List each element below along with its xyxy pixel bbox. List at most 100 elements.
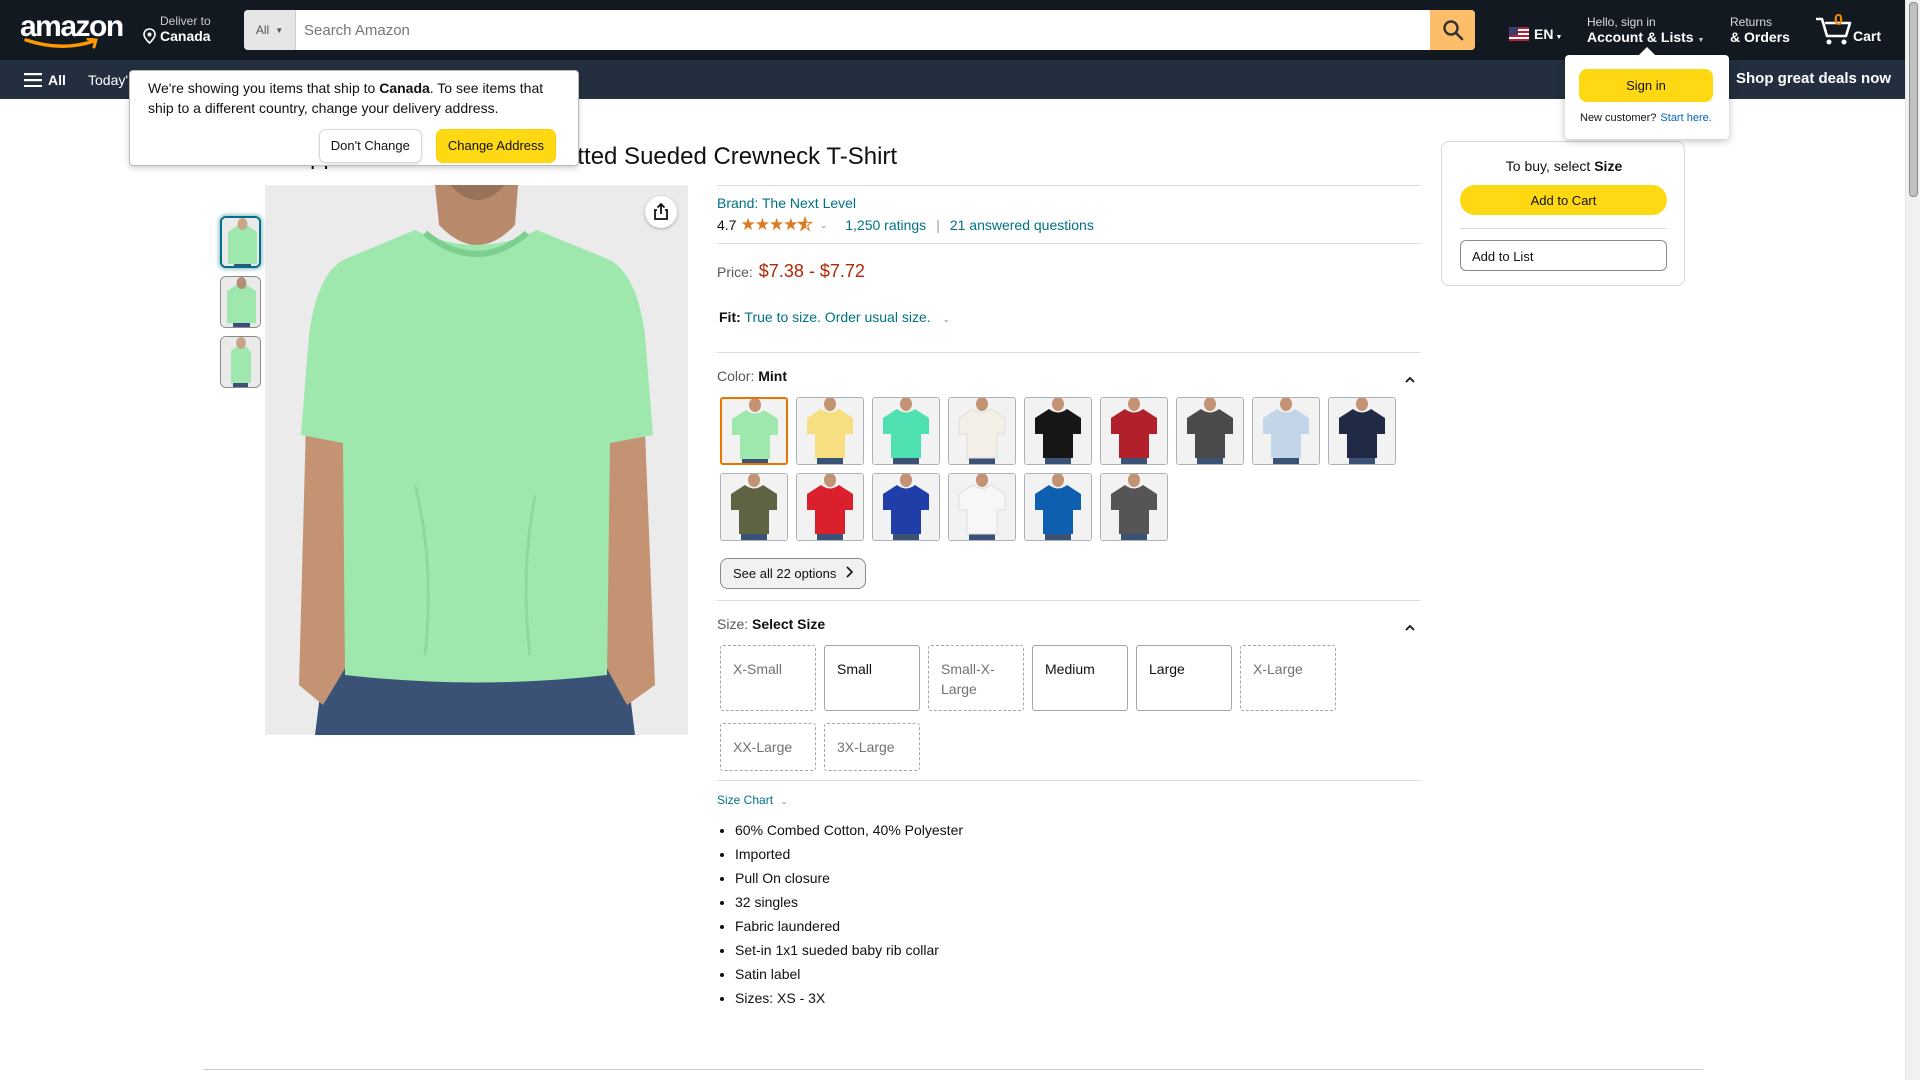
feature-bullets: 60% Combed Cotton, 40% PolyesterImported… bbox=[735, 818, 963, 1010]
size-chart-link[interactable]: Size Chart ⌄ bbox=[717, 793, 788, 807]
product-main-image[interactable] bbox=[265, 185, 688, 735]
size-option[interactable]: X-Small bbox=[720, 645, 816, 711]
cart-button[interactable]: 0 Cart bbox=[1814, 10, 1884, 50]
color-label: Color: bbox=[717, 368, 755, 384]
color-swatch[interactable] bbox=[872, 397, 940, 465]
deliver-country: Canada bbox=[160, 28, 211, 44]
color-section-header[interactable]: Color: Mint bbox=[717, 368, 1421, 384]
color-swatch[interactable] bbox=[720, 397, 788, 465]
size-option[interactable]: 3X-Large bbox=[824, 723, 920, 771]
color-swatch[interactable] bbox=[1024, 397, 1092, 465]
caret-down-icon: ▼ bbox=[1555, 33, 1563, 41]
size-option[interactable]: Small-X-Large bbox=[928, 645, 1024, 711]
search-input[interactable] bbox=[296, 10, 1430, 50]
color-swatch[interactable] bbox=[1328, 397, 1396, 465]
brand-link[interactable]: Brand: The Next Level bbox=[717, 195, 856, 211]
tshirt-swatch-icon bbox=[873, 398, 939, 464]
caret-down-icon: ▼ bbox=[1697, 37, 1705, 44]
color-swatch[interactable] bbox=[948, 473, 1016, 541]
caret-down-icon: ▼ bbox=[275, 25, 284, 35]
buy-prompt: To buy, select Size bbox=[1442, 158, 1686, 174]
color-swatch[interactable] bbox=[1252, 397, 1320, 465]
color-swatch[interactable] bbox=[1176, 397, 1244, 465]
size-chart-label: Size Chart bbox=[717, 793, 774, 807]
dont-change-button[interactable]: Don't Change bbox=[318, 129, 422, 163]
start-here-link[interactable]: Start here. bbox=[1660, 112, 1711, 124]
tshirt-swatch-icon bbox=[1177, 398, 1243, 464]
rating-row: 4.7 ★★★★★ ⌄ 1,250 ratings | 21 answered … bbox=[717, 215, 1094, 235]
divider bbox=[717, 243, 1421, 244]
tshirt-swatch-icon bbox=[722, 399, 786, 463]
footer-divider bbox=[203, 1069, 1703, 1070]
deliver-country-row: Canada bbox=[142, 28, 211, 44]
feature-bullet: 60% Combed Cotton, 40% Polyester bbox=[735, 818, 963, 842]
thumbnail-3[interactable] bbox=[220, 336, 261, 388]
thumbnail-1[interactable] bbox=[220, 216, 261, 268]
add-to-cart-button[interactable]: Add to Cart bbox=[1460, 185, 1667, 215]
tshirt-swatch-icon bbox=[797, 398, 863, 464]
tshirt-swatch-icon bbox=[949, 474, 1015, 540]
price-value: $7.38 - $7.72 bbox=[758, 261, 865, 281]
todays-deals-link[interactable]: Today's Deals bbox=[88, 72, 128, 88]
add-to-list-button[interactable]: Add to List bbox=[1460, 240, 1667, 271]
search-bar: All ▼ bbox=[244, 10, 1475, 50]
chevron-down-icon[interactable]: ⌄ bbox=[820, 220, 828, 231]
answered-questions-link[interactable]: 21 answered questions bbox=[950, 217, 1094, 233]
share-icon bbox=[654, 203, 668, 220]
amazon-logo[interactable]: amazon bbox=[20, 12, 124, 49]
all-menu-button[interactable]: All bbox=[24, 72, 66, 88]
see-all-options-button[interactable]: See all 22 options bbox=[720, 558, 867, 589]
returns-orders[interactable]: Returns & Orders bbox=[1730, 15, 1790, 45]
thumbnail-2[interactable] bbox=[220, 276, 261, 328]
sign-in-button[interactable]: Sign in bbox=[1579, 69, 1713, 102]
size-option[interactable]: Small bbox=[824, 645, 920, 711]
tshirt-swatch-icon bbox=[1101, 474, 1167, 540]
account-label: Account & Lists bbox=[1587, 29, 1694, 45]
search-category-label: All bbox=[255, 23, 270, 37]
ratings-count-link[interactable]: 1,250 ratings bbox=[845, 217, 926, 233]
color-swatch[interactable] bbox=[1024, 473, 1092, 541]
search-category-dropdown[interactable]: All ▼ bbox=[244, 10, 296, 50]
feature-bullet: Sizes: XS - 3X bbox=[735, 986, 963, 1010]
fit-row[interactable]: Fit: True to size. Order usual size. ⌄ bbox=[719, 309, 950, 325]
color-swatch[interactable] bbox=[796, 397, 864, 465]
size-option[interactable]: XX-Large bbox=[720, 723, 816, 771]
color-swatch[interactable] bbox=[948, 397, 1016, 465]
size-option[interactable]: X-Large bbox=[1240, 645, 1336, 711]
tshirt-swatch-icon bbox=[873, 474, 939, 540]
search-icon bbox=[1442, 20, 1463, 41]
language-selector[interactable]: EN ▼ bbox=[1509, 26, 1562, 42]
scrollbar[interactable] bbox=[1905, 0, 1920, 1080]
color-swatch[interactable] bbox=[720, 473, 788, 541]
top-nav: amazon Deliver to Canada All ▼ Search Am… bbox=[0, 0, 1905, 60]
deliver-to[interactable]: Deliver to Canada bbox=[142, 14, 211, 44]
language-label: EN bbox=[1534, 26, 1554, 42]
change-address-button[interactable]: Change Address bbox=[435, 129, 556, 163]
color-swatch[interactable] bbox=[1100, 397, 1168, 465]
color-value: Mint bbox=[758, 368, 788, 384]
size-option[interactable]: Medium bbox=[1032, 645, 1128, 711]
search-button[interactable] bbox=[1430, 10, 1475, 50]
chevron-right-icon bbox=[846, 566, 854, 581]
price-row: Price: $7.38 - $7.72 bbox=[717, 261, 865, 282]
tshirt-swatch-icon bbox=[1025, 474, 1091, 540]
size-option[interactable]: Large bbox=[1136, 645, 1232, 711]
account-lists[interactable]: Hello, sign in Account & Lists ▼ bbox=[1587, 15, 1704, 45]
divider bbox=[717, 185, 1421, 186]
smile-icon bbox=[24, 38, 98, 49]
scrollbar-thumb[interactable] bbox=[1909, 2, 1918, 197]
shop-deals-promo[interactable]: Shop great deals now bbox=[1736, 70, 1891, 87]
signin-popover: Sign in New customer? Start here. bbox=[1565, 47, 1729, 139]
tshirt-thumbnail-icon bbox=[221, 337, 260, 387]
share-button[interactable] bbox=[645, 196, 677, 228]
color-swatch[interactable] bbox=[796, 473, 864, 541]
star-rating-icon[interactable]: ★★★★★ bbox=[740, 215, 813, 235]
returns-label: Returns bbox=[1730, 15, 1773, 29]
buy-box: To buy, select Size Add to Cart Add to L… bbox=[1441, 141, 1685, 286]
chevron-down-icon: ⌄ bbox=[780, 796, 788, 806]
color-swatch[interactable] bbox=[1100, 473, 1168, 541]
new-customer-row: New customer? Start here. bbox=[1580, 112, 1712, 124]
divider bbox=[717, 780, 1421, 781]
size-section-header[interactable]: Size: Select Size bbox=[717, 616, 1421, 632]
color-swatch[interactable] bbox=[872, 473, 940, 541]
